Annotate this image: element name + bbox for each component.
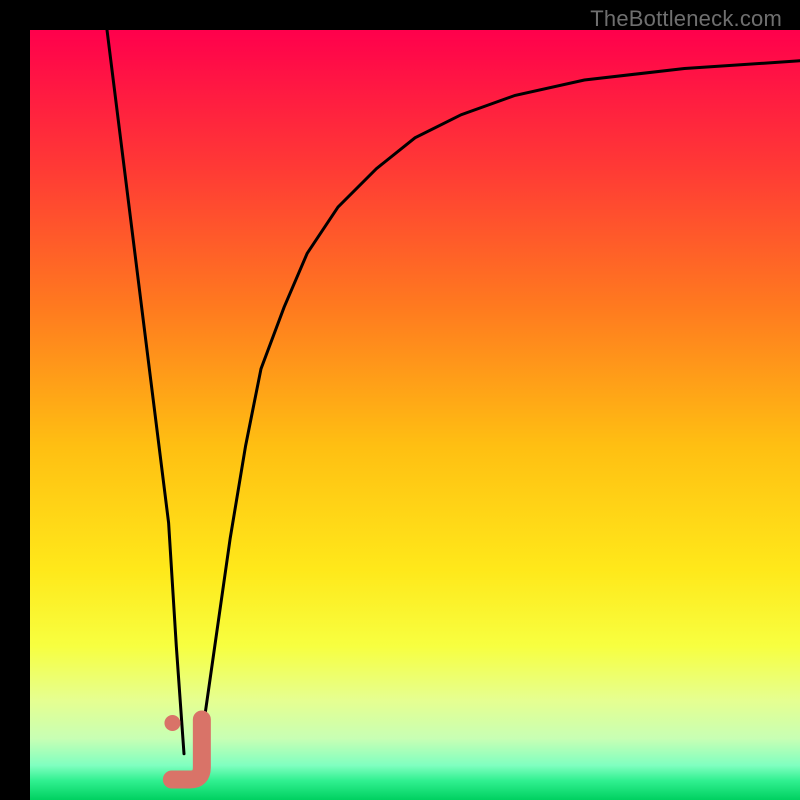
chart-svg (30, 30, 800, 800)
marker-dot-icon (164, 715, 180, 731)
gradient-background (30, 30, 800, 800)
chart-frame: TheBottleneck.com (0, 0, 800, 800)
watermark-text: TheBottleneck.com (590, 6, 782, 32)
plot-area (30, 30, 800, 800)
